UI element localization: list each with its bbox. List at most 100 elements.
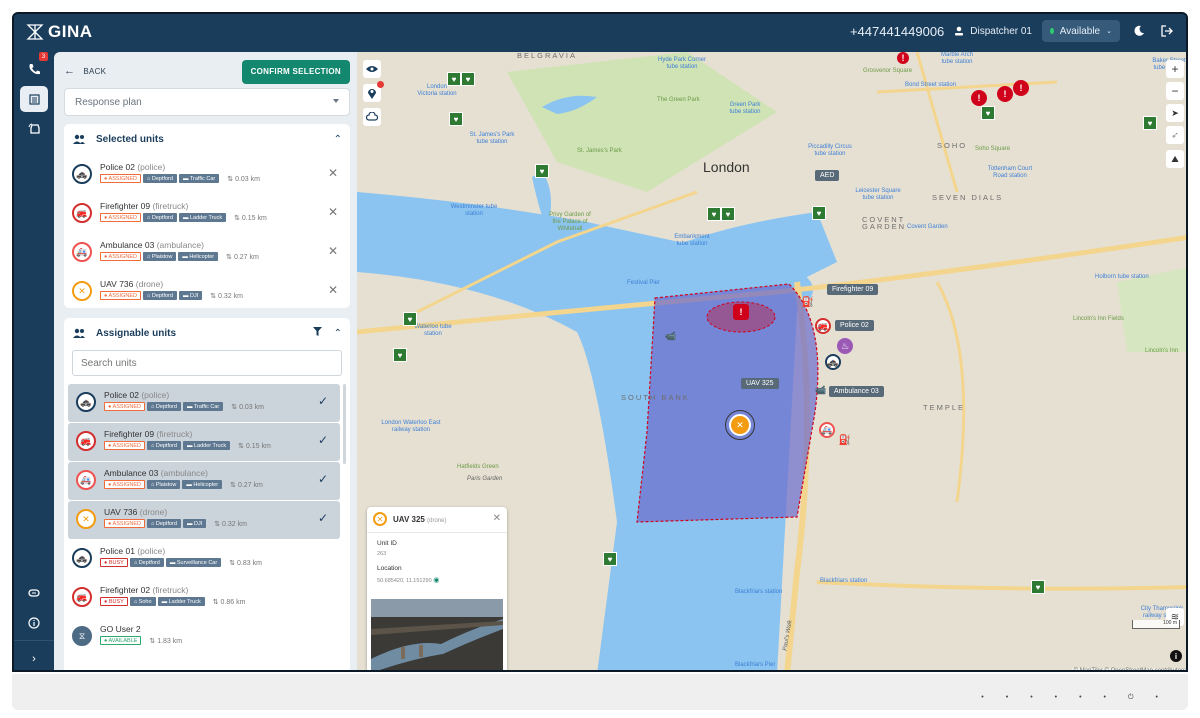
unit-row[interactable]: 🚑 Ambulance 03 (ambulance) ● ASSIGNED ⌂ P… <box>64 234 350 272</box>
ambulance-marker-icon[interactable]: 🚑 <box>819 422 835 438</box>
visibility-button[interactable] <box>363 60 381 78</box>
tray-icon[interactable]: • <box>1006 694 1008 702</box>
zoom-out-button[interactable]: − <box>1166 82 1184 100</box>
selected-check-icon[interactable]: ✓ <box>318 472 328 486</box>
nav-incidents[interactable] <box>20 86 48 112</box>
unit-tags: ● ASSIGNED ⌂ Deptford ▬ Ladder Truck ⇅ 0.15… <box>100 213 267 222</box>
poi-marker-icon[interactable]: ♨ <box>837 338 853 354</box>
remove-unit-button[interactable]: ✕ <box>328 166 338 180</box>
alert-icon[interactable]: ! <box>971 90 987 106</box>
remove-unit-button[interactable]: ✕ <box>328 244 338 258</box>
aed-icon[interactable]: ♥ <box>393 348 407 362</box>
search-units-input[interactable]: Search units <box>72 350 342 376</box>
aed-icon[interactable]: ♥ <box>461 72 475 86</box>
back-button[interactable]: ← BACK <box>64 65 106 77</box>
aed-icon[interactable]: ♥ <box>535 164 549 178</box>
aed-icon[interactable]: ♥ <box>447 72 461 86</box>
availability-value: Available <box>1059 25 1101 37</box>
availability-select[interactable]: Available ⌄ <box>1042 20 1120 42</box>
unit-row[interactable]: 🚓 Police 02 (police) ● ASSIGNED ⌂ Deptfor… <box>64 156 350 194</box>
unit-row[interactable]: ⧖ GO User 2 ● AVAILABLE ⇅ 1.83 km <box>64 618 350 656</box>
filter-button[interactable] <box>312 327 322 339</box>
fire-unit-icon: 🚒 <box>72 203 92 223</box>
street-label: Paris Garden <box>467 476 503 482</box>
firetruck-marker-icon[interactable]: 🚒 <box>815 318 831 334</box>
status-badge: ● ASSIGNED <box>100 213 141 222</box>
list-scrollbar[interactable] <box>343 384 346 464</box>
aed-icon[interactable]: ♥ <box>721 207 735 221</box>
selected-check-icon[interactable]: ✓ <box>318 394 328 408</box>
tray-icon[interactable]: • <box>1156 694 1158 702</box>
unit-tags: ● ASSIGNED ⌂ Plaistow ▬ Helicopter ⇅ 0.27 k… <box>104 480 263 489</box>
aed-icon[interactable]: ♥ <box>403 312 417 326</box>
remove-unit-button[interactable]: ✕ <box>328 205 338 219</box>
aed-icon[interactable]: ♥ <box>812 206 826 220</box>
power-icon[interactable]: ⏻ <box>1128 694 1134 702</box>
police-marker-icon[interactable]: 🚓 <box>825 354 841 370</box>
alert-icon[interactable]: ! <box>1013 80 1029 96</box>
aed-icon[interactable]: ♥ <box>981 106 995 120</box>
cctv-camera-icon[interactable]: 📹 <box>813 382 829 398</box>
tray-icon[interactable]: • <box>1055 694 1057 702</box>
map-attribution[interactable]: © MapTiler © OpenStreetMap contributors <box>1071 668 1186 670</box>
logout-button[interactable] <box>1158 22 1176 40</box>
unit-row[interactable]: 🚒 Firefighter 02 (firetruck) ● BUSY ⌂ Soh… <box>64 579 350 617</box>
aed-icon[interactable]: ♥ <box>603 552 617 566</box>
tray-icon[interactable]: • <box>1104 694 1106 702</box>
collapse-assignable-button[interactable]: ⌃ <box>334 328 342 339</box>
unit-row[interactable]: 🚓 Police 01 (police) ● BUSY ⌂ Deptford ▬ S… <box>64 540 350 578</box>
assignable-units-card: Assignable units ⌃ Search units 🚓 Police… <box>64 318 350 670</box>
nav-info[interactable] <box>20 610 48 636</box>
user-icon <box>955 26 964 36</box>
cctv-camera-icon[interactable]: 📹 <box>663 328 679 344</box>
popup-close-button[interactable]: ✕ <box>493 513 501 524</box>
drone-camera-image[interactable] <box>371 599 503 672</box>
tray-icon[interactable]: • <box>981 694 983 702</box>
terrain-button[interactable]: ⛰ <box>1166 150 1184 168</box>
unit-row[interactable]: ✕ UAV 736 (drone) ● ASSIGNED ⌂ Deptford ▬ … <box>64 273 350 308</box>
response-plan-select[interactable]: Response plan <box>64 88 350 116</box>
nav-link[interactable] <box>20 580 48 606</box>
unit-row[interactable]: ✕ UAV 736 (drone) ● ASSIGNED ⌂ Deptford ▬ … <box>68 501 340 539</box>
tray-icon[interactable]: • <box>1079 694 1081 702</box>
aed-icon[interactable]: ♥ <box>1031 580 1045 594</box>
weather-button[interactable] <box>363 108 381 126</box>
status-badge: ● ASSIGNED <box>100 291 141 300</box>
locate-icon[interactable]: ◉ <box>433 577 439 584</box>
selected-check-icon[interactable]: ✓ <box>318 433 328 447</box>
plus-icon: + <box>1171 62 1179 76</box>
zoom-in-button[interactable]: + <box>1166 60 1184 78</box>
aed-icon[interactable]: ♥ <box>707 207 721 221</box>
alert-icon[interactable]: ! <box>897 52 909 64</box>
notification-dot <box>377 81 384 88</box>
phone-number: +447441449006 <box>849 23 945 39</box>
alert-icon[interactable]: ! <box>997 86 1013 102</box>
remove-unit-button[interactable]: ✕ <box>328 283 338 297</box>
distance: ⇅ 1.83 km <box>149 637 183 645</box>
amb-unit-icon: 🚑 <box>76 470 96 490</box>
user-menu[interactable]: Dispatcher 01 <box>954 26 1032 37</box>
nav-expand[interactable]: › <box>20 646 48 670</box>
aed-icon[interactable]: ♥ <box>449 112 463 126</box>
tray-icon[interactable]: • <box>1030 694 1032 702</box>
location-label: Location <box>377 565 402 572</box>
alert-icon[interactable]: ! <box>733 304 749 320</box>
drone-marker-icon[interactable]: ✕ <box>725 410 755 440</box>
nav-units[interactable] <box>20 116 48 142</box>
selected-check-icon[interactable]: ✓ <box>318 511 328 525</box>
navigate-button[interactable]: ➶ <box>1166 126 1184 144</box>
confirm-selection-button[interactable]: CONFIRM SELECTION <box>241 60 350 84</box>
unit-row[interactable]: 🚒 Firefighter 09 (firetruck) ● ASSIGNED ⌂… <box>68 423 340 461</box>
location-pin-button[interactable] <box>363 81 384 102</box>
compass-button[interactable]: ➤ <box>1166 104 1184 122</box>
map-view[interactable]: London SOUTH BANK TEMPLE SOHO SEVEN DIAL… <box>357 52 1186 672</box>
unit-row[interactable]: 🚑 Ambulance 03 (ambulance) ● ASSIGNED ⌂ P… <box>68 462 340 500</box>
map-info-button[interactable]: i <box>1170 650 1182 662</box>
unit-row[interactable]: 🚓 Police 02 (police) ● ASSIGNED ⌂ Deptfor… <box>68 384 340 422</box>
aed-icon[interactable]: ♥ <box>1143 116 1157 130</box>
dark-mode-toggle[interactable] <box>1130 22 1148 40</box>
nav-calls[interactable]: 3 <box>20 52 48 82</box>
vehicle-tag: ▬ Helicopter <box>182 480 223 489</box>
unit-row[interactable]: 🚒 Firefighter 09 (firetruck) ● ASSIGNED ⌂… <box>64 195 350 233</box>
collapse-selected-button[interactable]: ⌃ <box>334 134 342 145</box>
